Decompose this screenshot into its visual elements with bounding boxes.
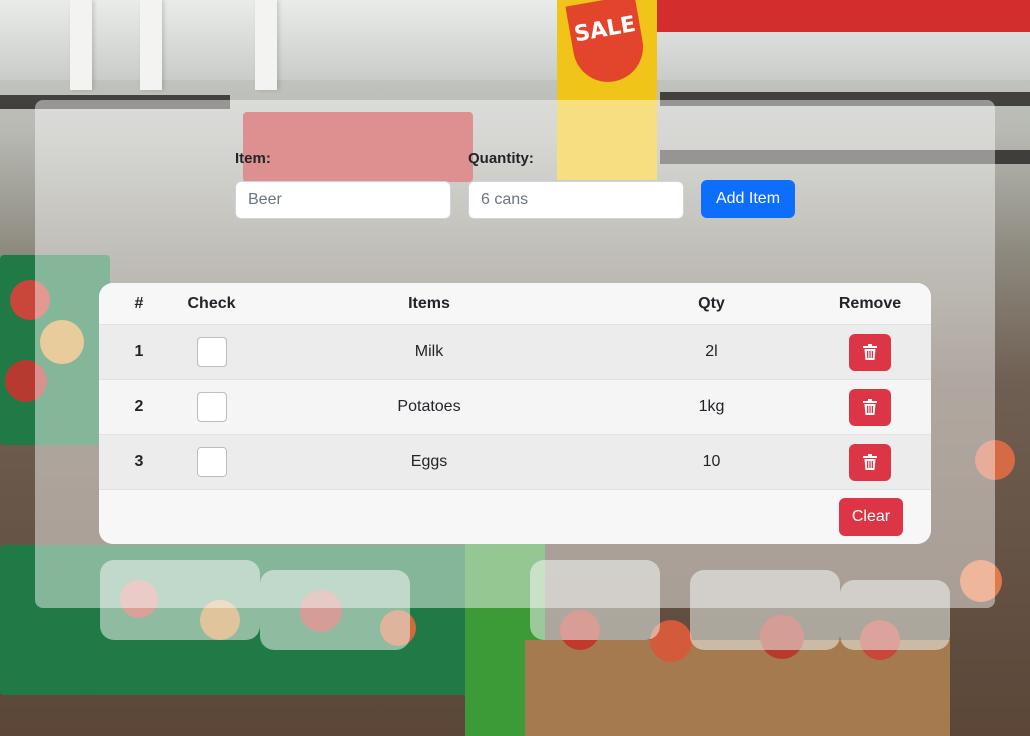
background-pillar — [70, 0, 92, 90]
background-pillar — [255, 0, 277, 90]
row-qty: 10 — [702, 453, 721, 470]
quantity-input[interactable] — [468, 181, 684, 219]
row-qty: 1kg — [698, 398, 725, 415]
item-label: Item: — [235, 150, 271, 167]
row-number: 2 — [134, 398, 144, 415]
table-row: 2 Potatoes 1kg — [99, 380, 931, 435]
row-check-cell — [179, 435, 244, 489]
row-item: Milk — [414, 343, 444, 360]
table-footer-row: Clear — [99, 490, 931, 544]
row-remove-cell — [809, 435, 931, 489]
header-remove: Remove — [838, 294, 902, 312]
add-item-button[interactable]: Add Item — [701, 180, 795, 218]
item-checkbox[interactable] — [196, 447, 227, 477]
quantity-form-group: Quantity: — [468, 150, 534, 167]
shopping-list-table: # Check Items Qty Remove 1 Milk 2l 2 Pot… — [99, 283, 931, 544]
table-header-row: # Check Items Qty Remove — [99, 283, 931, 325]
header-qty: Qty — [698, 294, 725, 312]
header-num: # — [134, 294, 144, 312]
trash-icon — [863, 344, 877, 360]
item-input[interactable] — [235, 181, 451, 219]
clear-button[interactable]: Clear — [839, 498, 903, 536]
remove-item-button[interactable] — [849, 333, 891, 371]
row-remove-cell — [809, 380, 931, 434]
row-item: Eggs — [410, 453, 448, 470]
background-banner — [655, 0, 1030, 32]
row-check-cell — [179, 325, 244, 379]
remove-item-button[interactable] — [849, 388, 891, 426]
row-number: 3 — [134, 453, 144, 470]
trash-icon — [863, 399, 877, 415]
item-form-group: Item: — [235, 150, 271, 167]
table-row: 1 Milk 2l — [99, 325, 931, 380]
table-row: 3 Eggs 10 — [99, 435, 931, 490]
item-checkbox[interactable] — [196, 392, 227, 422]
header-items: Items — [408, 294, 450, 312]
remove-item-button[interactable] — [849, 443, 891, 481]
row-number: 1 — [134, 343, 144, 360]
trash-icon — [863, 454, 877, 470]
item-checkbox[interactable] — [196, 337, 227, 367]
quantity-label: Quantity: — [468, 150, 534, 167]
row-qty: 2l — [705, 343, 718, 360]
header-check: Check — [187, 294, 236, 312]
row-remove-cell — [809, 325, 931, 379]
row-item: Potatoes — [397, 398, 461, 415]
background-pillar — [140, 0, 162, 90]
row-check-cell — [179, 380, 244, 434]
